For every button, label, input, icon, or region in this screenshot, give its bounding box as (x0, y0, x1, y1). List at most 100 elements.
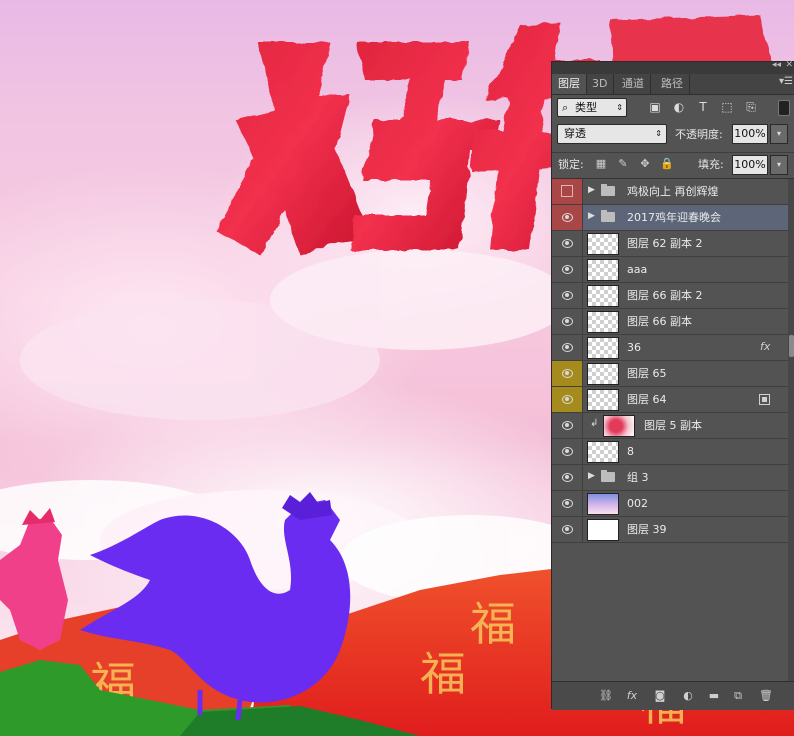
adjustment-filter-icon[interactable]: ◐ (671, 99, 687, 115)
layer-row[interactable]: 图层 66 副本 (552, 309, 788, 335)
scrollbar-thumb[interactable] (789, 335, 794, 357)
layer-list: ▶ 鸡极向上 再创辉煌 ▶ 2017鸡年迎春晚会 图层 62 副本 2 aaa … (552, 178, 794, 682)
layer-thumbnail (587, 389, 619, 411)
layer-name: 图层 62 副本 2 (627, 237, 703, 250)
visibility-eye-icon[interactable] (552, 335, 583, 360)
layer-thumbnail (587, 363, 619, 385)
new-group-icon[interactable]: ▬ (706, 688, 722, 704)
tab-layers[interactable]: 图层 (552, 74, 587, 94)
fill-dropdown-button[interactable]: ▾ (770, 155, 788, 175)
fill-label: 填充: (698, 158, 724, 171)
tab-3d[interactable]: 3D (586, 74, 615, 94)
chevron-updown-icon: ⇕ (655, 129, 662, 138)
shape-filter-icon[interactable]: ⬚ (719, 99, 735, 115)
add-style-icon[interactable]: fx (624, 688, 640, 704)
close-panel-button[interactable]: ✕ (785, 60, 793, 70)
tab-channels[interactable]: 通道 (616, 74, 651, 94)
layer-row[interactable]: 图层 65 (552, 361, 788, 387)
lock-transparency-icon[interactable]: ▦ (594, 157, 608, 171)
layer-row-group[interactable]: ▶ 鸡极向上 再创辉煌 (552, 179, 788, 205)
type-filter-icon[interactable]: T (695, 99, 711, 115)
layer-name: 图层 66 副本 2 (627, 289, 703, 302)
layer-name: 36 (627, 341, 641, 354)
layer-row[interactable]: 图层 64 (552, 387, 788, 413)
visibility-toggle[interactable] (552, 179, 583, 204)
banner-glyph: 福 (420, 647, 466, 701)
layer-thumbnail (587, 441, 619, 463)
visibility-eye-icon[interactable] (552, 413, 583, 438)
layer-row-group[interactable]: ▶ 2017鸡年迎春晚会 (552, 205, 788, 231)
layer-name: 图层 64 (627, 393, 667, 406)
layer-row-clipped[interactable]: ↲ 图层 5 副本 (552, 413, 788, 439)
opacity-input[interactable]: 100% (732, 124, 768, 144)
lock-position-icon[interactable]: ✥ (638, 157, 652, 171)
smart-object-filter-icon[interactable]: ⎘ (743, 99, 759, 115)
folder-icon (601, 470, 615, 482)
clipping-arrow-icon: ↲ (590, 418, 599, 429)
visibility-eye-icon[interactable] (552, 257, 583, 282)
collapse-panel-button[interactable]: ◂◂ (772, 60, 781, 70)
layer-filter-row: ⌕ 类型 ⇕ ▣ ◐ T ⬚ ⎘ (552, 95, 794, 119)
pixel-filter-icon[interactable]: ▣ (647, 99, 663, 115)
fill-input[interactable]: 100% (732, 155, 768, 175)
visibility-eye-icon[interactable] (552, 491, 583, 516)
trash-icon[interactable]: 🗑 (758, 688, 774, 704)
visibility-eye-icon[interactable] (552, 465, 583, 490)
layer-row[interactable]: 8 (552, 439, 788, 465)
layer-row[interactable]: 002 (552, 491, 788, 517)
layer-list-scrollbar[interactable] (788, 179, 794, 682)
panel-menu-icon[interactable]: ▾☰ (779, 76, 793, 87)
new-layer-icon[interactable]: ⧉ (730, 688, 746, 704)
layer-thumbnail (587, 493, 619, 515)
layer-name: 图层 65 (627, 367, 667, 380)
filter-kind-label: 类型 (575, 101, 597, 114)
visibility-eye-icon[interactable] (552, 387, 583, 412)
panel-bottom-toolbar: ⛓ fx ◙ ◐ ▬ ⧉ 🗑 (552, 681, 794, 710)
layer-thumbnail (587, 311, 619, 333)
visibility-eye-icon[interactable] (552, 439, 583, 464)
blend-mode-value: 穿透 (564, 127, 586, 140)
layer-row[interactable]: 图层 39 (552, 517, 788, 543)
add-mask-icon[interactable]: ◙ (652, 688, 668, 704)
layer-thumbnail (587, 337, 619, 359)
layers-panel: ◂◂ ✕ 图层 3D 通道 路径 ▾☰ ⌕ 类型 ⇕ ▣ ◐ T ⬚ ⎘ 穿透 … (551, 60, 794, 710)
filter-toggle[interactable] (778, 100, 790, 116)
layer-thumbnail (587, 285, 619, 307)
lock-all-icon[interactable]: 🔒 (660, 157, 674, 171)
blend-mode-select[interactable]: 穿透 ⇕ (557, 124, 667, 144)
layer-thumbnail (603, 415, 635, 437)
link-layers-icon[interactable]: ⛓ (598, 688, 614, 704)
panel-title-bar[interactable]: ◂◂ ✕ (552, 60, 794, 74)
layer-row[interactable]: 图层 66 副本 2 (552, 283, 788, 309)
filter-kind-select[interactable]: ⌕ 类型 ⇕ (557, 98, 627, 117)
visibility-eye-icon[interactable] (552, 283, 583, 308)
search-icon: ⌕ (562, 101, 569, 114)
fx-icon[interactable]: fx (760, 340, 770, 353)
folder-icon (601, 210, 615, 222)
layer-name: 8 (627, 445, 634, 458)
visibility-eye-icon[interactable] (552, 517, 583, 542)
folder-icon (601, 184, 615, 196)
new-adjustment-icon[interactable]: ◐ (680, 688, 696, 704)
visibility-eye-icon[interactable] (552, 309, 583, 334)
layer-row[interactable]: 36 fx (552, 335, 788, 361)
disclosure-arrow-icon[interactable]: ▶ (588, 471, 595, 481)
layer-thumbnail (587, 519, 619, 541)
opacity-dropdown-button[interactable]: ▾ (770, 124, 788, 144)
layer-name: 组 3 (627, 471, 649, 484)
visibility-eye-icon[interactable] (552, 361, 583, 386)
tab-paths[interactable]: 路径 (655, 74, 690, 94)
layer-row[interactable]: aaa (552, 257, 788, 283)
lock-brush-icon[interactable]: ✎ (616, 157, 630, 171)
lock-label: 锁定: (558, 158, 584, 171)
smart-object-icon (759, 394, 770, 405)
layer-row-group[interactable]: ▶ 组 3 (552, 465, 788, 491)
disclosure-arrow-icon[interactable]: ▶ (588, 185, 595, 195)
layer-row[interactable]: 图层 62 副本 2 (552, 231, 788, 257)
layer-thumbnail (587, 233, 619, 255)
disclosure-arrow-icon[interactable]: ▶ (588, 211, 595, 221)
layer-name: 002 (627, 497, 648, 510)
opacity-label: 不透明度: (675, 128, 723, 141)
visibility-eye-icon[interactable] (552, 231, 583, 256)
visibility-eye-icon[interactable] (552, 205, 583, 230)
